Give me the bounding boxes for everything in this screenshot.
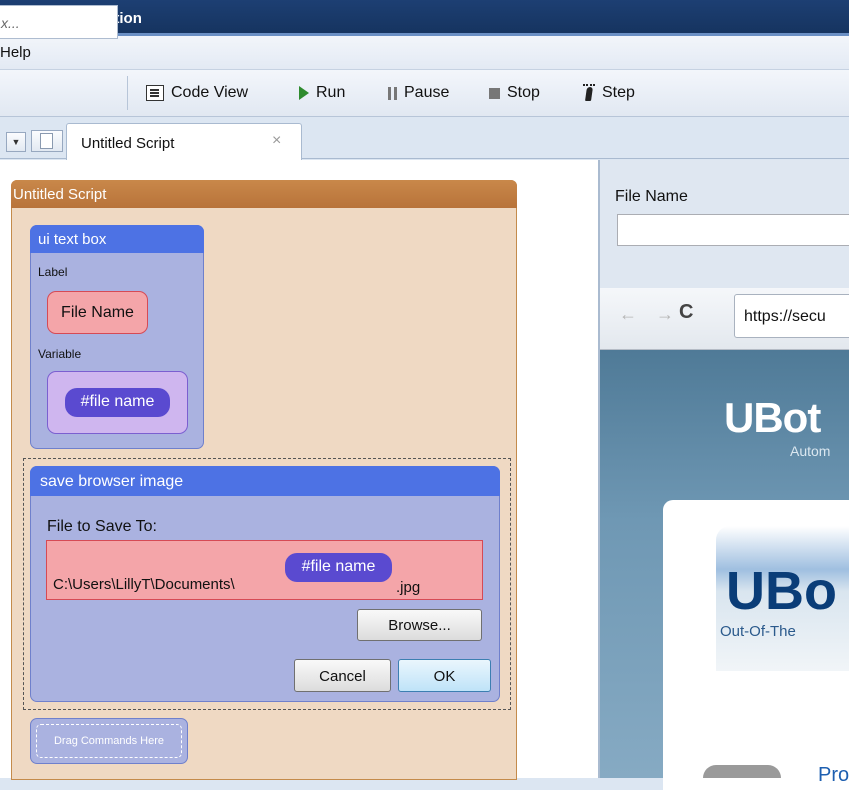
stop-icon [489, 87, 500, 99]
tab-untitled-script[interactable]: Untitled Script × [66, 123, 302, 160]
label-value-chip[interactable]: File Name [47, 291, 148, 334]
drag-commands-hint: Drag Commands Here [36, 724, 182, 758]
banner-tagline: Out-Of-The [720, 623, 796, 640]
new-document-icon [40, 133, 53, 149]
pause-icon [388, 86, 397, 100]
site-logo: UBot [724, 394, 821, 441]
close-icon[interactable]: × [272, 132, 281, 150]
forward-arrow-icon[interactable]: → [656, 304, 674, 325]
step-label: Step [602, 84, 635, 101]
run-button[interactable]: Run [299, 80, 345, 106]
stop-button[interactable]: Stop [489, 80, 540, 106]
cancel-button[interactable]: Cancel [294, 659, 391, 692]
pause-label: Pause [404, 84, 450, 101]
code-view-icon [146, 85, 164, 101]
page-link[interactable]: Pro [818, 764, 849, 787]
avatar [703, 765, 781, 778]
label-caption: Label [38, 265, 68, 279]
script-title: Untitled Script [11, 180, 517, 208]
step-button[interactable]: Step [583, 80, 635, 106]
reload-icon[interactable]: C [679, 301, 693, 324]
file-to-save-caption: File to Save To: [47, 518, 157, 535]
menu-help[interactable]: Help [0, 44, 31, 61]
file-path-variable-chip[interactable]: #file name [285, 553, 392, 582]
preview-file-label: File Name [615, 188, 688, 205]
pause-button[interactable]: Pause [388, 80, 449, 106]
tab-label: Untitled Script [81, 135, 175, 152]
variable-caption: Variable [38, 347, 82, 361]
address-bar[interactable]: https://secu [734, 294, 849, 338]
run-label: Run [316, 84, 346, 101]
back-arrow-icon[interactable]: ← [619, 304, 637, 325]
tab-list-dropdown[interactable]: ▼ [6, 132, 26, 152]
file-path-prefix: C:\Users\LillyT\Documents\ [53, 576, 235, 593]
file-path-suffix: .jpg [396, 579, 421, 596]
search-input[interactable]: x... [0, 5, 118, 39]
window-title-bar: o Developer Edition [0, 0, 849, 36]
save-browser-image-header[interactable]: save browser image [30, 466, 500, 496]
toolbar-separator [127, 76, 128, 110]
footprint-icon [583, 84, 595, 102]
chevron-down-icon: ▼ [11, 137, 21, 147]
code-view-label: Code View [171, 84, 249, 101]
banner-logo: UBo [726, 561, 837, 621]
ui-text-box-header[interactable]: ui text box [30, 225, 204, 253]
code-view-button[interactable]: Code View [146, 80, 248, 106]
preview-file-input[interactable] [617, 214, 849, 246]
ok-button[interactable]: OK [398, 659, 491, 692]
new-tab-button[interactable] [31, 130, 63, 152]
browse-button[interactable]: Browse... [357, 609, 482, 641]
stop-label: Stop [507, 84, 540, 101]
site-tagline: Autom [790, 443, 831, 459]
variable-chip[interactable]: #file name [65, 388, 170, 417]
play-icon [299, 86, 309, 100]
menu-bar: Help [0, 36, 849, 70]
